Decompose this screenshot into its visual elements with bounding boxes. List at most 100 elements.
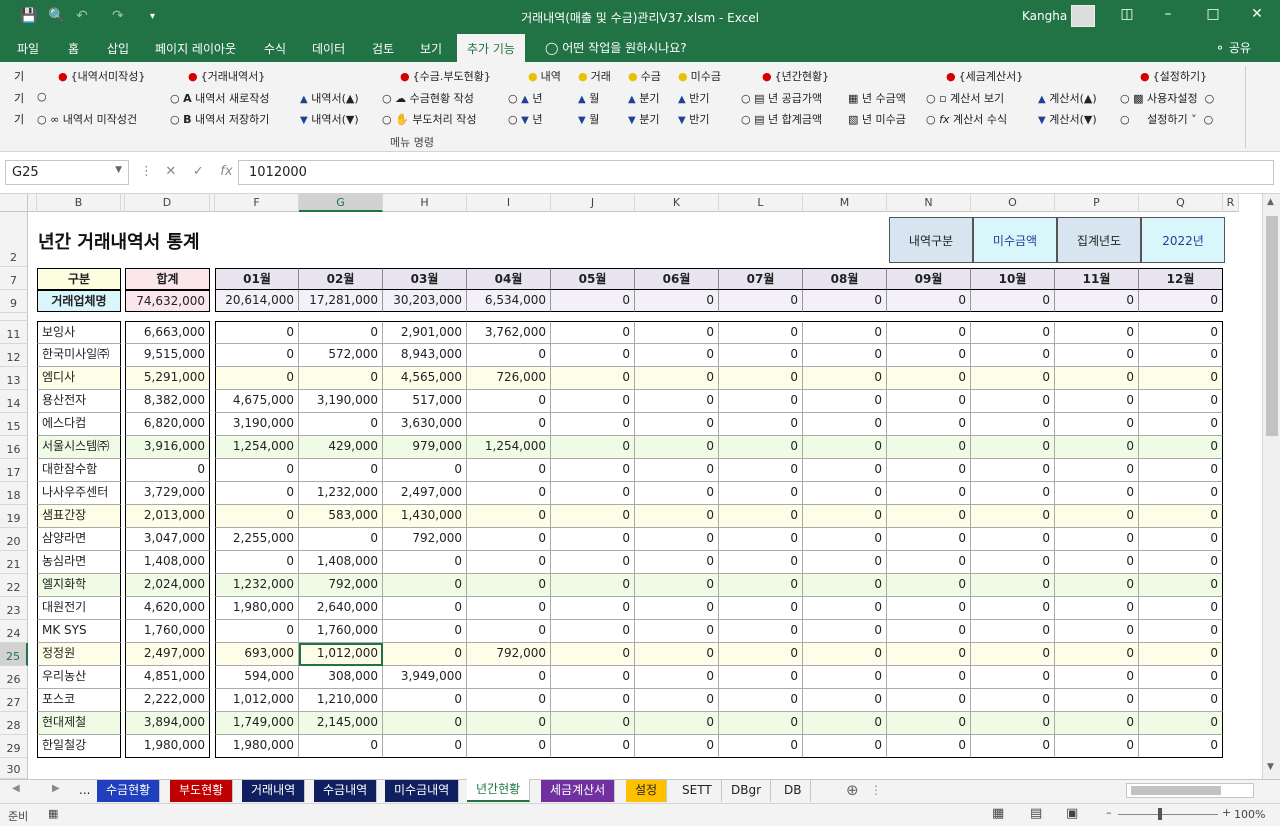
maximize-icon[interactable]: □ [1198, 6, 1228, 22]
summary-value-type[interactable]: 미수금액 [973, 217, 1057, 263]
month-cell[interactable]: 0 [635, 482, 719, 505]
company-name[interactable]: 샘표간장 [37, 505, 121, 528]
month-cell[interactable]: 0 [719, 436, 803, 459]
month-cell[interactable]: 0 [1139, 505, 1223, 528]
month-cell[interactable]: 0 [971, 459, 1055, 482]
row-header[interactable]: 16 [0, 436, 28, 459]
month-cell[interactable]: 0 [1055, 482, 1139, 505]
company-name[interactable]: 우리농산 [37, 666, 121, 689]
row-header[interactable]: 24 [0, 620, 28, 643]
prev-sheet-icon[interactable]: ◀ [12, 783, 20, 794]
month-cell[interactable]: 0 [803, 597, 887, 620]
month-cell[interactable]: 0 [383, 574, 467, 597]
month-cell[interactable]: 0 [383, 643, 467, 666]
row-header[interactable]: 12 [0, 344, 28, 367]
month-cell[interactable]: 0 [635, 344, 719, 367]
month-cell[interactable]: 0 [971, 620, 1055, 643]
month-cell[interactable]: 0 [1055, 643, 1139, 666]
column-header[interactable]: I [467, 194, 551, 212]
month-cell[interactable]: 2,145,000 [299, 712, 383, 735]
month-cell[interactable]: 0 [1055, 367, 1139, 390]
row-total[interactable]: 2,013,000 [125, 505, 210, 528]
company-name[interactable]: 농심라면 [37, 551, 121, 574]
month-cell[interactable]: 1,254,000 [215, 436, 299, 459]
month-cell[interactable]: 4,675,000 [215, 390, 299, 413]
month-cell[interactable]: 0 [215, 482, 299, 505]
tab-data[interactable]: 데이터 [312, 40, 345, 57]
year-down-button[interactable]: ○ ▼ 년 [508, 111, 542, 127]
tab-home[interactable]: 홈 [68, 40, 79, 57]
month-cell[interactable]: 0 [1055, 528, 1139, 551]
column-header[interactable]: D [125, 194, 210, 212]
row-total[interactable]: 6,663,000 [125, 321, 210, 344]
sheet-tab[interactable]: 세금계산서 [541, 780, 616, 802]
row-total[interactable]: 2,222,000 [125, 689, 210, 712]
month-cell[interactable]: 0 [1055, 413, 1139, 436]
row-header[interactable]: 23 [0, 597, 28, 620]
sheet-tab[interactable]: 수금내역 [314, 780, 378, 802]
month-cell[interactable]: 0 [971, 505, 1055, 528]
month-cell[interactable]: 0 [467, 712, 551, 735]
redo-icon[interactable]: ↷ [112, 8, 124, 24]
month-cell[interactable]: 0 [1055, 551, 1139, 574]
month-cell[interactable]: 0 [467, 390, 551, 413]
month-cell[interactable]: 0 [803, 482, 887, 505]
month-cell[interactable]: 0 [551, 390, 635, 413]
month-cell[interactable]: 0 [299, 528, 383, 551]
month-cell[interactable]: 0 [1139, 735, 1223, 758]
month-cell[interactable]: 0 [803, 321, 887, 344]
month-cell[interactable]: 0 [635, 505, 719, 528]
month-cell[interactable]: 792,000 [383, 528, 467, 551]
row-header[interactable]: 26 [0, 666, 28, 689]
month-cell[interactable]: 0 [635, 597, 719, 620]
month-cell[interactable]: 2,497,000 [383, 482, 467, 505]
month-cell[interactable]: 0 [887, 574, 971, 597]
customize-qat-icon[interactable]: ▾ [150, 11, 155, 22]
month-cell[interactable]: 0 [719, 367, 803, 390]
month-cell[interactable]: 0 [887, 735, 971, 758]
month-cell[interactable]: 0 [971, 344, 1055, 367]
month-cell[interactable]: 0 [383, 735, 467, 758]
scroll-thumb[interactable] [1266, 216, 1278, 436]
row-total[interactable]: 9,515,000 [125, 344, 210, 367]
month-cell[interactable]: 0 [551, 528, 635, 551]
month-cell[interactable]: 0 [467, 574, 551, 597]
month-cell[interactable]: 0 [803, 528, 887, 551]
month-cell[interactable]: 1,430,000 [383, 505, 467, 528]
name-box[interactable]: G25 ▼ [5, 160, 129, 185]
month-cell[interactable]: 0 [971, 528, 1055, 551]
month-cell[interactable]: 1,210,000 [299, 689, 383, 712]
tab-insert[interactable]: 삽입 [107, 40, 129, 57]
company-name[interactable]: 보잉사 [37, 321, 121, 344]
row-header[interactable]: 18 [0, 482, 28, 505]
column-header[interactable]: F [215, 194, 299, 212]
month-cell[interactable]: 429,000 [299, 436, 383, 459]
month-cell[interactable]: 0 [1139, 459, 1223, 482]
month-cell[interactable]: 0 [551, 735, 635, 758]
month-cell[interactable]: 0 [635, 643, 719, 666]
collection-status-button[interactable]: ○ ☁ 수금현황 작성 [382, 90, 474, 106]
month-cell[interactable]: 1,232,000 [215, 574, 299, 597]
month-cell[interactable]: 0 [383, 597, 467, 620]
row-header[interactable]: 13 [0, 367, 28, 390]
month-cell[interactable]: 0 [467, 344, 551, 367]
year-up-button[interactable]: ○ ▲ 년 [508, 90, 542, 106]
month-cell[interactable]: 0 [887, 528, 971, 551]
month-cell[interactable]: 0 [971, 666, 1055, 689]
row-total[interactable]: 4,851,000 [125, 666, 210, 689]
month-cell[interactable]: 0 [467, 689, 551, 712]
month-down-button[interactable]: ▼ 월 [578, 111, 599, 127]
month-cell[interactable]: 0 [887, 620, 971, 643]
month-cell[interactable]: 0 [803, 344, 887, 367]
month-cell[interactable]: 0 [551, 620, 635, 643]
default-process-button[interactable]: ○ ✋ 부도처리 작성 [382, 111, 477, 127]
month-cell[interactable]: 4,565,000 [383, 367, 467, 390]
month-cell[interactable]: 0 [1055, 689, 1139, 712]
month-cell[interactable]: 0 [635, 712, 719, 735]
month-cell[interactable]: 0 [719, 482, 803, 505]
month-cell[interactable]: 0 [971, 712, 1055, 735]
row-total[interactable]: 4,620,000 [125, 597, 210, 620]
month-cell[interactable]: 0 [719, 620, 803, 643]
month-cell[interactable]: 726,000 [467, 367, 551, 390]
zoom-handle[interactable] [1158, 808, 1162, 820]
